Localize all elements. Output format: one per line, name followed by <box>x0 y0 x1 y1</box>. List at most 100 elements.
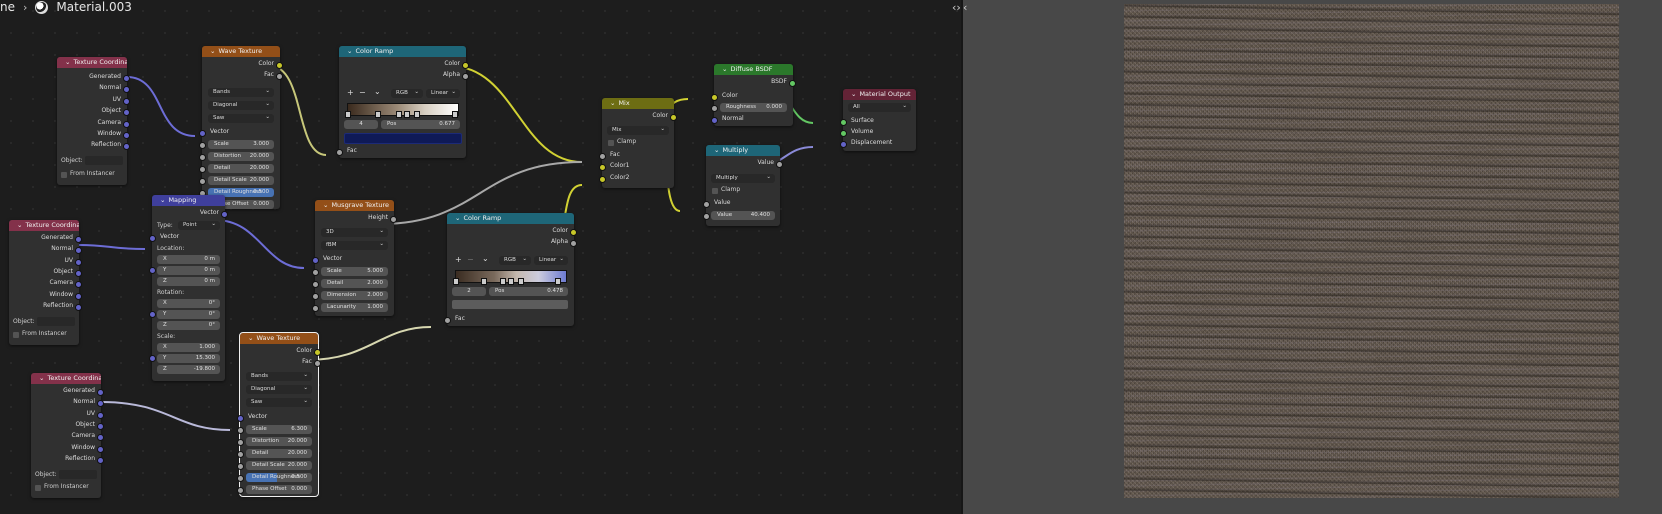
socket-reflection[interactable] <box>97 457 104 464</box>
mix-rgb-node[interactable]: Mix Color Mix Clamp Fac Color1 Color2 <box>599 98 677 188</box>
socket-scale[interactable] <box>149 355 156 362</box>
socket-displacement[interactable] <box>840 141 847 148</box>
distortion-field[interactable]: Distortion 20.000 <box>246 437 312 446</box>
color-mode-dropdown[interactable]: RGB <box>391 88 423 98</box>
socket-color[interactable] <box>276 62 283 69</box>
socket-normal[interactable] <box>123 86 130 93</box>
roughness-field[interactable]: Roughness 0.000 <box>720 103 787 112</box>
dimension-field[interactable]: Dimension 2.000 <box>321 291 388 300</box>
socket-color[interactable] <box>711 94 718 101</box>
rotation-z-field[interactable]: Z 0° <box>157 321 220 330</box>
socket-alpha[interactable] <box>462 73 469 80</box>
socket-camera[interactable] <box>97 434 104 441</box>
object-picker[interactable] <box>85 156 123 165</box>
math-multiply-node[interactable]: Multiply Value Multiply Clamp Value Valu… <box>703 145 783 226</box>
socket-uv[interactable] <box>75 259 82 266</box>
detail-field[interactable]: Detail 20.000 <box>208 164 274 173</box>
socket-color2[interactable] <box>599 176 606 183</box>
wave-texture-node-1[interactable]: Wave Texture Color Fac Bands Diagonal Sa… <box>199 46 283 209</box>
socket-color1[interactable] <box>599 164 606 171</box>
socket-normal[interactable] <box>711 117 718 124</box>
socket-color-out[interactable] <box>670 114 677 121</box>
socket-detail-roughness[interactable] <box>237 475 244 482</box>
ramp-stop-icon[interactable] <box>345 111 351 118</box>
color-ramp-node-1[interactable]: Color Ramp Color Alpha + − ⌄ RGB Linear … <box>336 46 469 158</box>
node-title[interactable]: Musgrave Texture <box>315 200 394 211</box>
socket-camera[interactable] <box>123 121 130 128</box>
socket-fac[interactable] <box>276 73 283 80</box>
socket-object[interactable] <box>123 109 130 116</box>
clamp-checkbox[interactable] <box>712 188 718 194</box>
socket-alpha[interactable] <box>570 240 577 247</box>
blend-mode-dropdown[interactable]: Mix <box>607 125 669 135</box>
detail-scale-field[interactable]: Detail Scale 20.000 <box>246 461 312 470</box>
stop-color-swatch[interactable] <box>452 300 568 309</box>
socket-surface[interactable] <box>840 119 847 126</box>
mapping-type-dropdown[interactable]: Point <box>178 220 220 230</box>
socket-vector-out[interactable] <box>221 211 228 218</box>
rotation-x-field[interactable]: X 0° <box>157 299 220 308</box>
socket-color[interactable] <box>314 349 321 356</box>
socket-normal[interactable] <box>75 247 82 254</box>
material-output-node[interactable]: Material Output All Surface Volume Displ… <box>840 89 916 151</box>
active-stop-index[interactable]: 2 <box>452 287 486 296</box>
wave-type-dropdown[interactable]: Bands <box>208 87 274 97</box>
socket-value-in[interactable] <box>703 201 710 208</box>
socket-window[interactable] <box>97 446 104 453</box>
from-instancer-checkbox[interactable] <box>13 332 19 338</box>
add-stop-icon[interactable]: + <box>455 255 462 264</box>
ramp-menu-icon[interactable]: ⌄ <box>374 87 381 96</box>
phase-offset-field[interactable]: Phase Offset 0.000 <box>246 485 312 494</box>
socket-distortion[interactable] <box>237 439 244 446</box>
ramp-menu-icon[interactable]: ⌄ <box>482 254 489 263</box>
ramp-stop-icon[interactable] <box>453 278 459 285</box>
node-title[interactable]: Diffuse BSDF <box>714 64 793 75</box>
node-title[interactable]: Material Output <box>843 89 916 100</box>
from-instancer-checkbox[interactable] <box>61 172 67 178</box>
location-x-field[interactable]: X0 m <box>157 255 220 264</box>
socket-camera[interactable] <box>75 281 82 288</box>
operation-dropdown[interactable]: Multiply <box>711 173 775 183</box>
socket-fac[interactable] <box>336 149 343 156</box>
socket-object[interactable] <box>75 270 82 277</box>
socket-scale[interactable] <box>312 269 319 276</box>
active-stop-index[interactable]: 4 <box>344 120 378 129</box>
stop-position-field[interactable]: Pos 0.478 <box>489 287 568 296</box>
node-title[interactable]: Mapping <box>152 195 225 206</box>
shader-node-editor[interactable]: ne › Material.003 Texture Coordinate Gen… <box>0 0 963 514</box>
socket-window[interactable] <box>75 293 82 300</box>
stop-position-field[interactable]: Pos 0.677 <box>381 120 460 129</box>
socket-fac[interactable] <box>599 153 606 160</box>
socket-rotation[interactable] <box>149 311 156 318</box>
color-mode-dropdown[interactable]: RGB <box>499 255 531 265</box>
socket-vector[interactable] <box>312 257 319 264</box>
socket-vector-in[interactable] <box>149 235 156 242</box>
scale-z-field[interactable]: Z -19.800 <box>157 365 220 374</box>
node-title[interactable]: Texture Coordinate <box>31 373 101 384</box>
wave-type-dropdown[interactable]: Bands <box>246 371 312 381</box>
wave-profile-dropdown[interactable]: Saw <box>246 397 312 407</box>
socket-distortion[interactable] <box>199 154 206 161</box>
ramp-stop-icon[interactable] <box>404 111 410 118</box>
texture-coordinate-node-3[interactable]: Texture Coordinate Generated Normal UV O… <box>31 373 104 498</box>
location-z-field[interactable]: Z0 m <box>157 277 220 286</box>
socket-reflection[interactable] <box>123 143 130 150</box>
socket-detail-scale[interactable] <box>199 178 206 185</box>
distortion-field[interactable]: Distortion 20.000 <box>208 152 274 161</box>
stop-color-swatch[interactable] <box>344 133 462 144</box>
ramp-stop-icon[interactable] <box>481 278 487 285</box>
socket-value-2[interactable] <box>703 213 710 220</box>
ramp-stop-icon[interactable] <box>414 111 420 118</box>
interpolation-dropdown[interactable]: Linear <box>534 255 568 265</box>
clamp-checkbox[interactable] <box>608 140 614 146</box>
value-field[interactable]: Value 40.400 <box>711 211 775 220</box>
socket-color[interactable] <box>462 62 469 69</box>
texture-coordinate-node-1[interactable]: Texture Coordinate Generated Normal UV O… <box>57 57 130 185</box>
wave-direction-dropdown[interactable]: Diagonal <box>208 100 274 110</box>
socket-reflection[interactable] <box>75 304 82 311</box>
sidebar-toggle-icon[interactable]: ‹› <box>952 1 961 14</box>
ramp-stop-icon[interactable] <box>508 278 514 285</box>
interpolation-dropdown[interactable]: Linear <box>426 88 460 98</box>
from-instancer-checkbox[interactable] <box>35 485 41 491</box>
color-ramp-node-2[interactable]: Color Ramp Color Alpha + − ⌄ RGB Linear … <box>444 213 577 326</box>
